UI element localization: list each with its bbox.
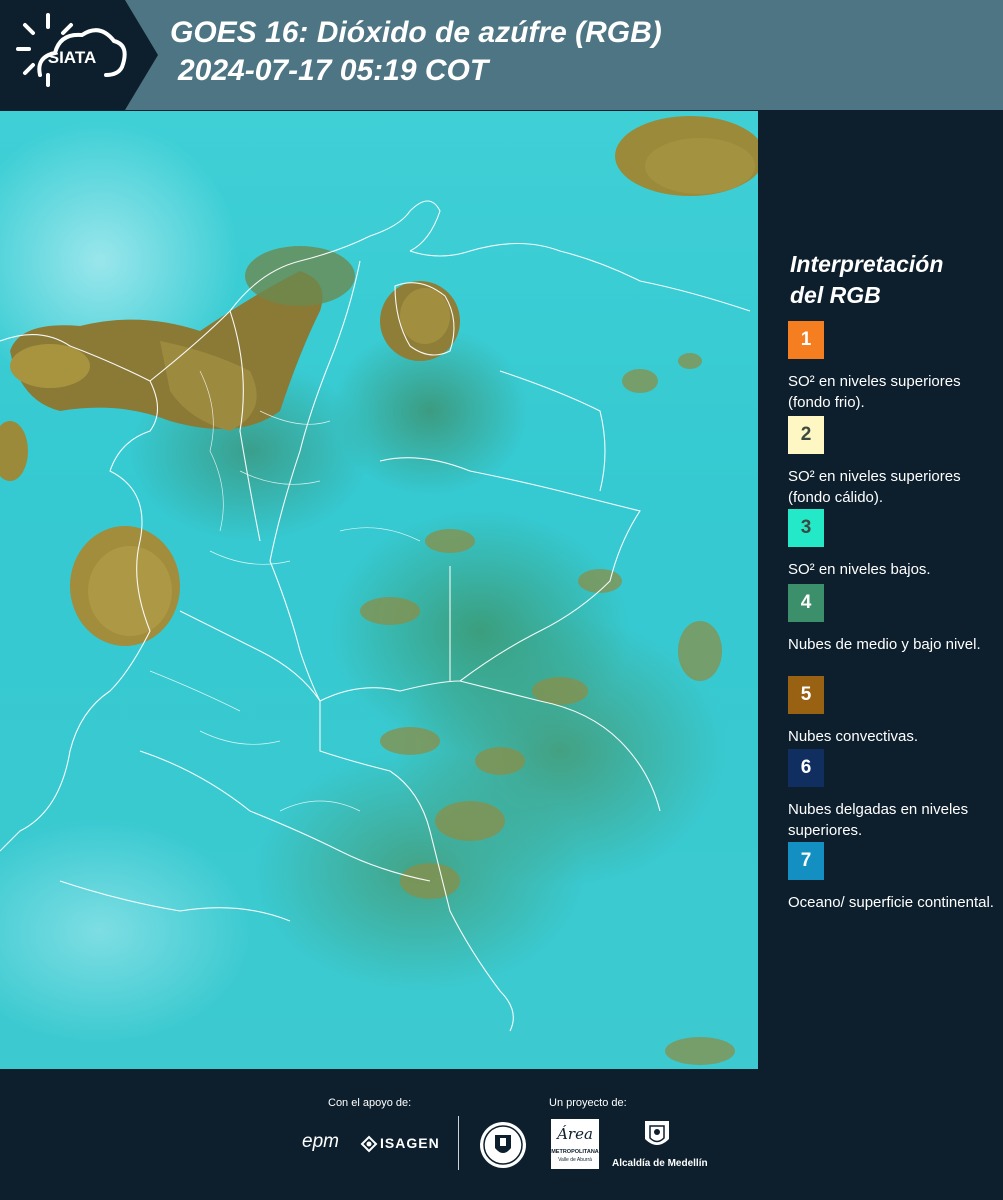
area-logo-sub: METROPOLITANA	[551, 1149, 599, 1155]
area-metropolitana-logo: Área METROPOLITANA Valle de Aburrá	[551, 1119, 599, 1169]
legend-swatch-4: 4	[788, 584, 824, 622]
legend-item-7: 7 Oceano/ superficie continental.	[788, 842, 998, 913]
legend-swatch-3: 3	[788, 509, 824, 547]
legend-number-3: 3	[800, 517, 812, 538]
legend-number-4: 4	[800, 592, 812, 613]
medellin-seal-icon	[480, 1122, 526, 1168]
area-logo-sub2: Valle de Aburrá	[558, 1157, 592, 1163]
logo-text: SIATA	[48, 48, 96, 67]
legend-title-line-1: Interpretación	[790, 251, 944, 277]
medellin-shield-icon	[645, 1121, 669, 1145]
legend-number-5: 5	[800, 684, 812, 705]
title-line-1: GOES 16: Dióxido de azúfre (RGB)	[170, 16, 662, 49]
legend-label-1: SO² en niveles superiores (fondo frio).	[788, 373, 961, 411]
legend-item-6: 6 Nubes delgadas en niveles superiores.	[788, 749, 998, 841]
epm-logo: epm	[302, 1131, 339, 1152]
legend-panel: Interpretación del RGB 1 SO² en niveles …	[760, 111, 1003, 1069]
footer-divider	[458, 1116, 459, 1170]
legend-label-3: SO² en niveles bajos.	[788, 561, 931, 578]
page-title: GOES 16: Dióxido de azúfre (RGB) 2024-07…	[170, 14, 662, 90]
legend-item-4: 4 Nubes de medio y bajo nivel.	[788, 584, 998, 655]
legend-number-2: 2	[800, 424, 812, 445]
legend-number-6: 6	[800, 757, 812, 778]
isagen-logo-icon	[360, 1135, 378, 1153]
region-borders	[149, 370, 421, 812]
legend-item-1: 1 SO² en niveles superiores (fondo frio)…	[788, 321, 998, 413]
legend-label-7: Oceano/ superficie continental.	[788, 894, 994, 911]
legend-label-5: Nubes convectivas.	[788, 728, 919, 745]
scattered-cells	[360, 353, 735, 1065]
area-logo-text: Área	[557, 1125, 593, 1143]
legend-swatch-2: 2	[788, 416, 824, 454]
legend-label-4: Nubes de medio y bajo nivel.	[788, 636, 981, 653]
support-caption: Con el apoyo de:	[328, 1097, 412, 1109]
logo-panel: SIATA	[0, 0, 158, 110]
legend-swatch-7: 7	[788, 842, 824, 880]
legend-item-2: 2 SO² en niveles superiores (fondo cálid…	[788, 416, 998, 508]
footer-sponsors: Con el apoyo de: Un proyecto de: epm ISA…	[0, 1069, 1003, 1200]
legend-title-line-2: del RGB	[790, 282, 881, 308]
header-bar: SIATA GOES 16: Dióxido de azúfre (RGB) 2…	[0, 0, 1003, 110]
legend-number-1: 1	[800, 329, 812, 350]
legend-item-5: 5 Nubes convectivas.	[788, 676, 998, 747]
title-line-2: 2024-07-17 05:19 COT	[178, 54, 489, 87]
legend-swatch-6: 6	[788, 749, 824, 787]
legend-title: Interpretación del RGB	[790, 249, 943, 311]
legend-label-6: Nubes delgadas en niveles superiores.	[788, 801, 969, 839]
map-overlay	[0, 116, 758, 1065]
legend-swatch-5: 5	[788, 676, 824, 714]
legend-label-2: SO² en niveles superiores (fondo cálido)…	[788, 468, 961, 506]
satellite-map	[0, 111, 758, 1069]
isagen-logo: ISAGEN	[380, 1135, 440, 1151]
legend-swatch-1: 1	[788, 321, 824, 359]
medellin-logo-text: Alcaldía de Medellín	[612, 1158, 708, 1169]
siata-logo-icon: SIATA	[16, 13, 127, 87]
project-caption: Un proyecto de:	[549, 1097, 627, 1109]
legend-item-3: 3 SO² en niveles bajos.	[788, 509, 998, 580]
legend-number-7: 7	[800, 850, 812, 871]
